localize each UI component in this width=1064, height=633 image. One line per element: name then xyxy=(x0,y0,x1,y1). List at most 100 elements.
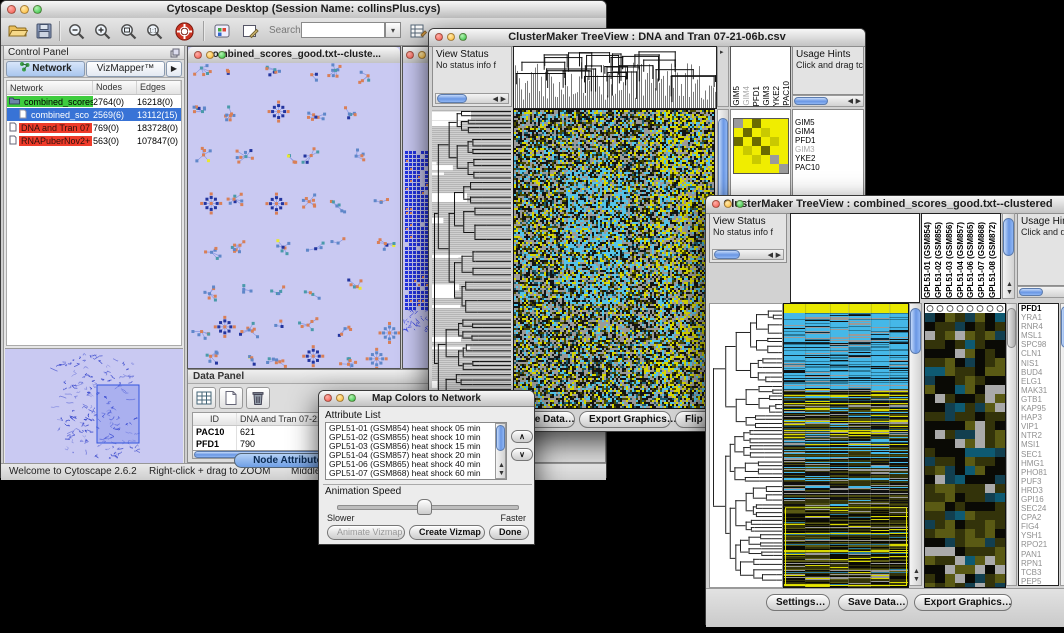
network-canvas[interactable] xyxy=(188,63,400,368)
zoom-heatmap-canvas[interactable] xyxy=(924,303,1006,588)
gene-label[interactable]: SEC1 xyxy=(1019,450,1058,459)
minimize-button[interactable] xyxy=(20,5,29,14)
birdseye-overview[interactable] xyxy=(5,348,183,467)
gene-label[interactable]: CLN1 xyxy=(1019,349,1058,358)
plugin-manager-icon[interactable] xyxy=(211,20,233,42)
scrollbar-thumb[interactable] xyxy=(1019,288,1043,296)
annotation-icon[interactable] xyxy=(239,20,261,42)
gene-label[interactable]: MAK31 xyxy=(1019,386,1058,395)
gene-label[interactable]: MSI1 xyxy=(1019,440,1058,449)
zoom-in-icon[interactable] xyxy=(91,20,113,42)
gene-label[interactable]: ELG1 xyxy=(1019,377,1058,386)
table-edit-icon[interactable] xyxy=(407,20,429,42)
scroll-down-icon[interactable]: ▼ xyxy=(1006,289,1013,296)
zoom-button[interactable] xyxy=(348,394,356,402)
attribute-select-icon[interactable] xyxy=(192,387,216,409)
zoom-out-icon[interactable] xyxy=(65,20,87,42)
gene-label[interactable]: SEC24 xyxy=(1019,504,1058,513)
network-row-selected[interactable]: combined_sco 2569(6) 13112(15) xyxy=(7,108,181,121)
gene-label[interactable]: VIP1 xyxy=(1019,422,1058,431)
scrollbar-thumb[interactable] xyxy=(437,94,467,103)
new-attribute-icon[interactable] xyxy=(219,387,243,409)
network-view-2-titlebar[interactable] xyxy=(403,47,429,64)
column-dendrogram-canvas[interactable] xyxy=(513,46,717,109)
gene-label[interactable]: CPA2 xyxy=(1019,513,1058,522)
minimize-button[interactable] xyxy=(418,51,426,59)
close-button[interactable] xyxy=(435,33,443,41)
zoom-selected-icon[interactable] xyxy=(117,20,139,42)
row-dendrogram-canvas[interactable] xyxy=(432,109,511,409)
network-row[interactable]: combined_scores 2764(0) 16218(0) xyxy=(7,95,181,108)
row-dendrogram-canvas[interactable] xyxy=(709,303,783,588)
search-input[interactable] xyxy=(301,22,385,38)
gene-label[interactable]: YRA1 xyxy=(1019,313,1058,322)
search-dropdown-button[interactable]: ▾ xyxy=(385,22,401,38)
minimize-button[interactable] xyxy=(336,394,344,402)
save-session-button[interactable] xyxy=(33,20,55,42)
gene-label[interactable]: HMG1 xyxy=(1019,459,1058,468)
gene-label[interactable]: PEP5 xyxy=(1019,577,1058,586)
help-icon[interactable] xyxy=(173,20,195,42)
zoom-fit-icon[interactable]: 1:1 xyxy=(143,20,165,42)
save-data-button[interactable]: Save Data… xyxy=(838,594,908,611)
gene-label[interactable]: SPC98 xyxy=(1019,340,1058,349)
scrollbar-thumb[interactable] xyxy=(1007,308,1016,348)
export-graphics-button[interactable]: Export Graphics… xyxy=(914,594,1012,611)
usage-scrollbar[interactable]: ◀ ▶ xyxy=(792,95,864,107)
gene-label[interactable]: MSL1 xyxy=(1019,331,1058,340)
gene-list-scrollbar[interactable]: ▲ ▼ xyxy=(1060,303,1064,586)
speed-slider-thumb[interactable] xyxy=(417,499,432,515)
gene-label[interactable]: YKE2 xyxy=(793,154,863,163)
view-status-scrollbar[interactable]: ◀ ▶ xyxy=(435,93,509,104)
col-id[interactable]: ID xyxy=(193,413,237,425)
scrollbar-thumb[interactable] xyxy=(1003,218,1014,256)
done-button[interactable]: Done xyxy=(489,525,529,540)
export-graphics-button[interactable]: Export Graphics… xyxy=(579,411,671,428)
heatmap-canvas[interactable] xyxy=(513,109,715,409)
gene-label[interactable]: HAP3 xyxy=(1019,413,1058,422)
tab-vizmapper[interactable]: VizMapper™ xyxy=(86,61,165,77)
scroll-up-icon[interactable]: ▲ xyxy=(913,568,920,575)
create-vizmap-button[interactable]: Create Vizmap xyxy=(409,525,485,540)
gene-label[interactable]: RPN1 xyxy=(1019,559,1058,568)
gene-label[interactable]: RNR4 xyxy=(1019,322,1058,331)
treeview1-titlebar[interactable]: ClusterMaker TreeView : DNA and Tran 07-… xyxy=(429,29,865,47)
close-button[interactable] xyxy=(324,394,332,402)
gene-label[interactable]: GPI16 xyxy=(1019,495,1058,504)
dialog-titlebar[interactable]: Map Colors to Network xyxy=(319,391,534,407)
zoom-button[interactable] xyxy=(33,5,42,14)
settings-button[interactable]: Settings… xyxy=(766,594,830,611)
gene-label[interactable]: GIM4 xyxy=(793,127,863,136)
gene-label[interactable]: RPO21 xyxy=(1019,540,1058,549)
dense-network-canvas[interactable] xyxy=(403,63,429,368)
gene-label[interactable]: GIM5 xyxy=(793,118,863,127)
network-row[interactable]: RNAPuberNov2+ 563(0) 107847(0) xyxy=(7,134,181,147)
overview-canvas[interactable] xyxy=(5,349,183,468)
network-row[interactable]: DNA and Tran 07 769(0) 183728(0) xyxy=(7,121,181,134)
scroll-down-icon[interactable]: ▼ xyxy=(913,576,920,583)
gene-label[interactable]: PUF3 xyxy=(1019,477,1058,486)
gene-label[interactable]: BUD4 xyxy=(1019,368,1058,377)
view-status-scrollbar[interactable]: ◀ ▶ xyxy=(712,249,784,260)
heatmap-canvas[interactable] xyxy=(783,303,909,588)
scroll-right-icon[interactable]: ▶ xyxy=(856,98,861,105)
listbox-scrollbar[interactable]: ▲ ▼ xyxy=(495,423,506,479)
scroll-right-icon[interactable]: ▶ xyxy=(501,96,506,103)
zoom-vscrollbar[interactable] xyxy=(1006,303,1017,586)
delete-attribute-icon[interactable] xyxy=(246,387,270,409)
close-button[interactable] xyxy=(194,51,202,59)
close-button[interactable] xyxy=(7,5,16,14)
zoom-button[interactable] xyxy=(218,51,226,59)
scroll-up-icon[interactable]: ▲ xyxy=(498,462,505,469)
gene-label[interactable]: TCB3 xyxy=(1019,568,1058,577)
scrollbar-thumb[interactable] xyxy=(794,97,828,105)
tab-network[interactable]: Network xyxy=(6,61,85,77)
gene-label[interactable]: PAN1 xyxy=(1019,550,1058,559)
gene-label[interactable]: PFD1 xyxy=(1019,304,1058,313)
expand-icon[interactable]: ▸ xyxy=(720,49,724,56)
zoom-button[interactable] xyxy=(736,200,744,208)
move-up-button[interactable]: ∧ xyxy=(511,430,533,443)
scroll-right-icon[interactable]: ▶ xyxy=(776,252,781,259)
column-labels-scrollbar[interactable]: ▲ ▼ xyxy=(1002,213,1015,299)
attribute-item[interactable]: GPL51-07 (GSM868) heat shock 60 min xyxy=(326,469,494,478)
